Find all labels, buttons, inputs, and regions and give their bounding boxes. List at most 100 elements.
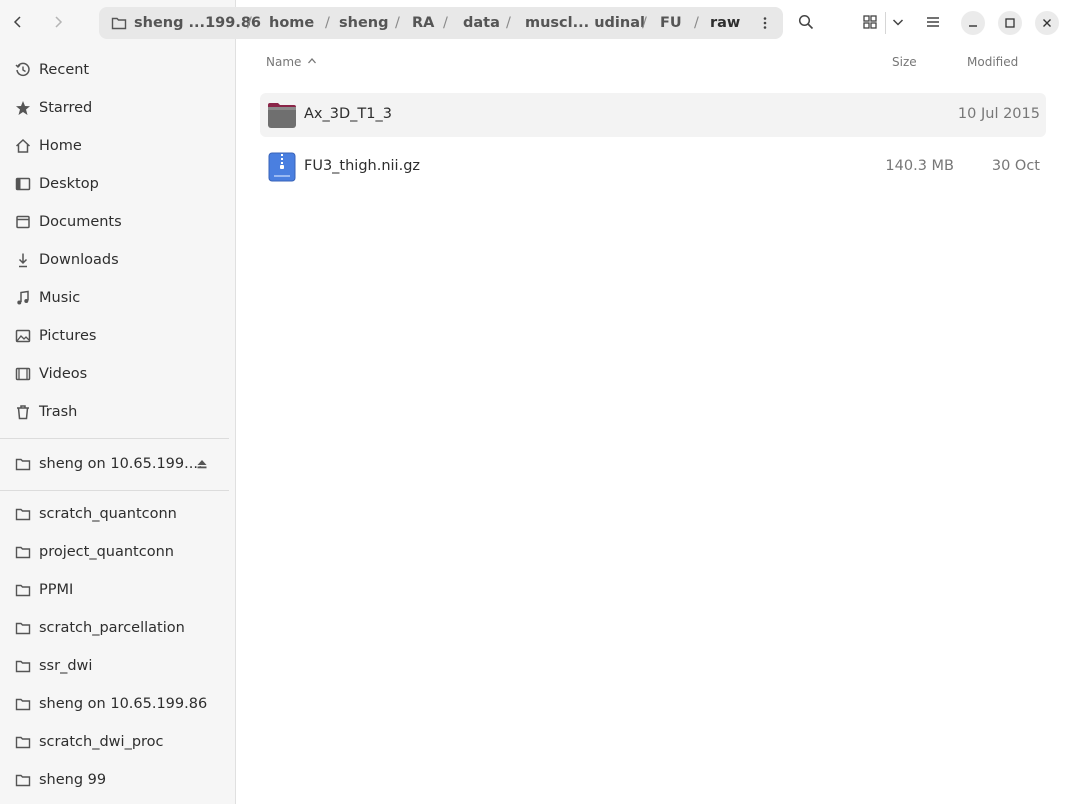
sidebar-item-recent[interactable]: Recent bbox=[0, 52, 235, 88]
breadcrumb-segment[interactable]: FU bbox=[660, 15, 682, 31]
sidebar-item-label: Music bbox=[39, 290, 81, 306]
sidebar-item-documents[interactable]: Documents bbox=[0, 204, 235, 240]
desktop-icon bbox=[15, 177, 31, 191]
view-options-button[interactable] bbox=[883, 7, 913, 37]
column-header-modified[interactable]: Modified bbox=[967, 55, 1018, 69]
sidebar-item-desktop[interactable]: Desktop bbox=[0, 166, 235, 202]
sidebar-item-label: sheng 99 bbox=[39, 772, 107, 788]
folder-icon bbox=[15, 622, 31, 635]
bookmark-item[interactable]: ssr_dwi bbox=[0, 648, 235, 684]
bookmark-item[interactable]: scratch_parcellation bbox=[0, 610, 235, 646]
sidebar-item-videos[interactable]: Videos bbox=[0, 356, 235, 392]
more-vertical-icon[interactable] bbox=[757, 15, 773, 31]
sidebar-item-label: Recent bbox=[39, 62, 90, 78]
home-icon bbox=[15, 138, 31, 153]
maximize-icon bbox=[1005, 18, 1015, 28]
breadcrumb-segment[interactable]: home bbox=[269, 15, 314, 31]
folder-icon bbox=[15, 508, 31, 521]
sidebar-item-label: sheng on 10.65.199.... bbox=[39, 456, 203, 472]
view-grid-button[interactable] bbox=[855, 7, 885, 37]
breadcrumb-separator: / bbox=[247, 15, 252, 31]
sidebar-item-label: Documents bbox=[39, 214, 122, 230]
maximize-button[interactable] bbox=[998, 11, 1022, 35]
file-row[interactable]: FU3_thigh.nii.gz 140.3 MB 30 Oct bbox=[260, 145, 1046, 189]
header-bar: sheng ...199.86 / home / sheng / RA / da… bbox=[0, 0, 1068, 46]
file-name: Ax_3D_T1_3 bbox=[304, 106, 392, 122]
eject-icon[interactable] bbox=[196, 458, 208, 470]
back-button[interactable] bbox=[3, 7, 33, 37]
breadcrumb-segment[interactable]: data bbox=[463, 15, 500, 31]
sidebar-item-label: scratch_parcellation bbox=[39, 620, 185, 636]
picture-icon bbox=[15, 329, 31, 343]
sidebar-divider bbox=[0, 438, 229, 439]
folder-icon bbox=[15, 736, 31, 749]
breadcrumb-separator: / bbox=[395, 15, 400, 31]
folder-icon bbox=[15, 546, 31, 559]
bookmark-item[interactable]: PPMI bbox=[0, 572, 235, 608]
music-icon bbox=[17, 290, 29, 305]
file-modified: 30 Oct bbox=[991, 158, 1040, 174]
sidebar-item-mount[interactable]: sheng on 10.65.199.... bbox=[0, 446, 235, 482]
column-header-size[interactable]: Size bbox=[892, 55, 917, 69]
search-button[interactable] bbox=[791, 7, 821, 37]
bookmark-item[interactable]: sheng 99 bbox=[0, 762, 235, 798]
file-size: 140.3 MB bbox=[885, 158, 954, 174]
sidebar-item-label: scratch_quantconn bbox=[39, 506, 177, 522]
column-header-row: Name Size Modified bbox=[236, 46, 1068, 76]
breadcrumb-current[interactable]: raw bbox=[710, 15, 740, 31]
sidebar-item-label: PPMI bbox=[39, 582, 74, 598]
network-folder-icon bbox=[111, 17, 127, 30]
folder-icon bbox=[15, 584, 31, 597]
trash-icon bbox=[17, 405, 29, 420]
sidebar-item-label: Videos bbox=[39, 366, 88, 382]
sidebar-item-label: Pictures bbox=[39, 328, 97, 344]
sidebar-item-label: Home bbox=[39, 138, 82, 154]
main-menu-button[interactable] bbox=[918, 7, 948, 37]
sidebar-divider bbox=[0, 490, 229, 491]
breadcrumb-separator: / bbox=[694, 15, 699, 31]
breadcrumb-segment[interactable]: RA bbox=[412, 15, 434, 31]
sidebar-item-music[interactable]: Music bbox=[0, 280, 235, 316]
sidebar-item-label: Downloads bbox=[39, 252, 119, 268]
file-name: FU3_thigh.nii.gz bbox=[304, 158, 421, 174]
breadcrumb-segment[interactable]: sheng bbox=[339, 15, 389, 31]
breadcrumb-separator: / bbox=[642, 15, 647, 31]
breadcrumb-separator: / bbox=[443, 15, 448, 31]
column-header-name[interactable]: Name bbox=[266, 55, 301, 69]
close-button[interactable] bbox=[1035, 11, 1059, 35]
sidebar-item-starred[interactable]: Starred bbox=[0, 90, 235, 126]
bookmark-item[interactable]: sheng on 10.65.199.86 bbox=[0, 686, 235, 722]
breadcrumb-separator: / bbox=[506, 15, 511, 31]
folder-icon bbox=[268, 103, 296, 128]
sidebar-item-downloads[interactable]: Downloads bbox=[0, 242, 235, 278]
minimize-button[interactable] bbox=[961, 11, 985, 35]
document-icon bbox=[16, 215, 30, 229]
minimize-icon bbox=[969, 25, 977, 27]
breadcrumb-segment[interactable]: sheng ...199.86 bbox=[134, 15, 261, 31]
sidebar-item-home[interactable]: Home bbox=[0, 128, 235, 164]
bookmark-item[interactable]: project_quantconn bbox=[0, 534, 235, 570]
sidebar-item-pictures[interactable]: Pictures bbox=[0, 318, 235, 354]
search-icon bbox=[798, 14, 814, 30]
folder-icon bbox=[15, 698, 31, 711]
sidebar-item-trash[interactable]: Trash bbox=[0, 394, 235, 430]
folder-icon bbox=[15, 660, 31, 673]
sidebar-item-label: ssr_dwi bbox=[39, 658, 93, 674]
file-row[interactable]: Ax_3D_T1_3 10 Jul 2015 bbox=[260, 93, 1046, 137]
bookmark-item[interactable]: scratch_quantconn bbox=[0, 496, 235, 532]
chevron-right-icon bbox=[55, 16, 63, 28]
breadcrumb-segment[interactable]: muscl... udinal bbox=[525, 15, 645, 31]
path-bar: sheng ...199.86 / home / sheng / RA / da… bbox=[99, 7, 783, 39]
sidebar-item-label: project_quantconn bbox=[39, 544, 174, 560]
sidebar-item-label: scratch_dwi_proc bbox=[39, 734, 164, 750]
download-icon bbox=[18, 253, 28, 268]
breadcrumb-separator: / bbox=[325, 15, 330, 31]
close-icon bbox=[1043, 19, 1051, 27]
video-icon bbox=[15, 367, 31, 381]
forward-button[interactable] bbox=[43, 7, 73, 37]
file-modified: 10 Jul 2015 bbox=[957, 106, 1040, 122]
sidebar-item-label: Trash bbox=[39, 404, 78, 420]
chevron-left-icon bbox=[13, 16, 21, 28]
chevron-down-icon bbox=[892, 19, 904, 26]
bookmark-item[interactable]: scratch_dwi_proc bbox=[0, 724, 235, 760]
